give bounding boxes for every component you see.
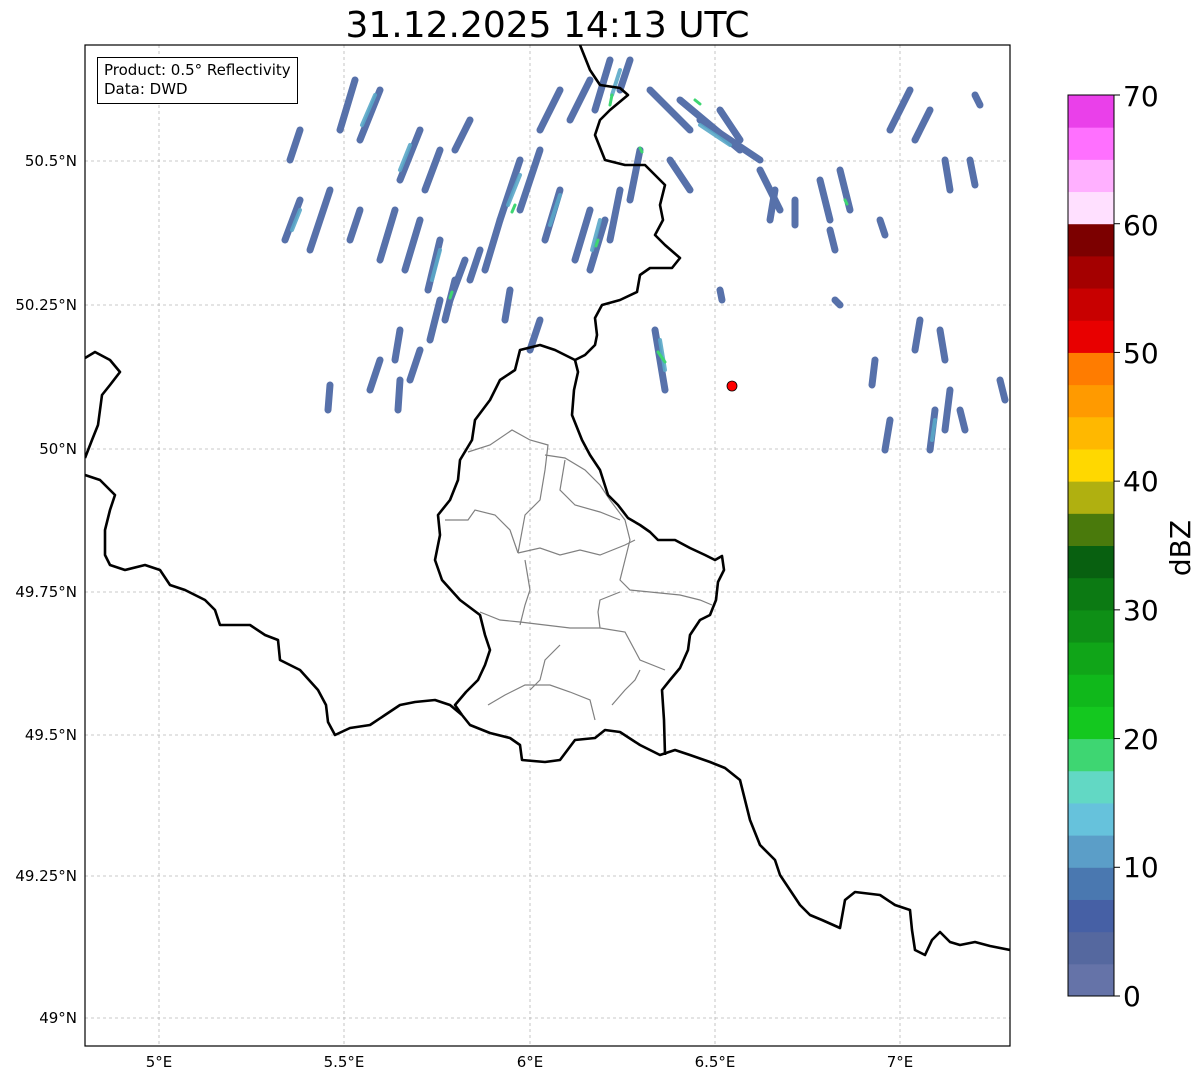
colorbar-segment: [1068, 191, 1114, 225]
lon-tick: 5°E: [146, 1053, 173, 1071]
colorbar-segment: [1068, 738, 1114, 772]
colorbar-tick: 60: [1123, 209, 1159, 242]
colorbar-segment: [1068, 706, 1114, 740]
map-frame: [85, 45, 1010, 1046]
colorbar-segment: [1068, 609, 1114, 643]
radar-map: 5°E 5.5°E 6°E 6.5°E 7°E 50.5°N 50.25°N 5…: [15, 44, 1197, 1071]
lon-tick: 7°E: [887, 1053, 914, 1071]
colorbar-tick: 50: [1123, 337, 1159, 370]
lat-tick: 49°N: [39, 1009, 77, 1027]
colorbar-segment: [1068, 577, 1114, 611]
colorbar-tick: 0: [1123, 980, 1141, 1013]
colorbar-segment: [1068, 95, 1114, 128]
info-product: Product: 0.5° Reflectivity: [104, 61, 291, 79]
colorbar-segment: [1068, 835, 1114, 868]
colorbar-segment: [1068, 352, 1114, 386]
lat-tick: 50°N: [39, 440, 77, 458]
lon-tick: 6°E: [517, 1053, 544, 1071]
lat-tick: 50.25°N: [15, 296, 77, 314]
lat-tick-labels: 50.5°N 50.25°N 50°N 49.75°N 49.5°N 49.25…: [15, 152, 77, 1027]
colorbar-segment: [1068, 802, 1114, 836]
lat-tick: 49.25°N: [15, 867, 77, 885]
colorbar-segment: [1068, 674, 1114, 707]
colorbar-segment: [1068, 642, 1114, 675]
colorbar-segment: [1068, 513, 1114, 546]
colorbar-segment: [1068, 159, 1114, 193]
colorbar: [1067, 94, 1120, 997]
colorbar-segment: [1068, 127, 1114, 160]
radar-site-marker: [726, 380, 738, 392]
lon-tick: 6.5°E: [695, 1053, 736, 1071]
info-box: Product: 0.5° Reflectivity Data: DWD: [97, 57, 298, 104]
colorbar-segment: [1068, 255, 1114, 289]
colorbar-tick: 30: [1123, 594, 1159, 627]
colorbar-segment: [1068, 448, 1114, 482]
colorbar-segment: [1068, 384, 1114, 418]
colorbar-segment: [1068, 931, 1114, 965]
colorbar-segment: [1068, 416, 1114, 450]
lat-tick: 49.75°N: [15, 583, 77, 601]
colorbar-segment: [1068, 963, 1114, 997]
colorbar-tick: 40: [1123, 465, 1159, 498]
lat-tick: 50.5°N: [25, 152, 77, 170]
colorbar-segment: [1068, 867, 1114, 900]
colorbar-label: dBZ: [1164, 520, 1197, 576]
colorbar-segment: [1068, 288, 1114, 321]
lon-tick: 5.5°E: [324, 1053, 365, 1071]
colorbar-tick-labels: 0 10 20 30 40 50 60 70: [1123, 80, 1159, 1013]
lat-tick: 49.5°N: [25, 726, 77, 744]
colorbar-segment: [1068, 223, 1114, 257]
colorbar-segment: [1068, 320, 1114, 353]
colorbar-tick: 20: [1123, 723, 1159, 756]
colorbar-segment: [1068, 770, 1114, 804]
info-source: Data: DWD: [104, 80, 188, 98]
colorbar-segment: [1068, 481, 1114, 514]
colorbar-segment: [1068, 545, 1114, 579]
colorbar-tick: 70: [1123, 80, 1159, 113]
colorbar-tick: 10: [1123, 851, 1159, 884]
lon-tick-labels: 5°E 5.5°E 6°E 6.5°E 7°E: [146, 1053, 914, 1071]
colorbar-segment: [1068, 899, 1114, 933]
